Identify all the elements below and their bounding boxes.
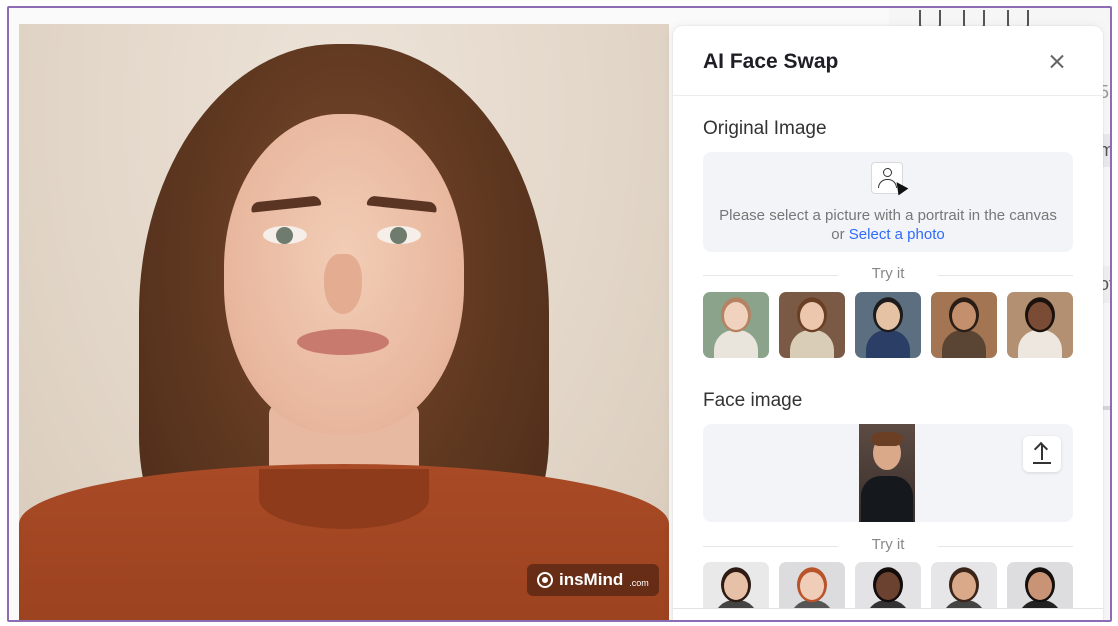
upload-arrow-icon	[1041, 445, 1043, 460]
upload-face-button[interactable]	[1023, 436, 1061, 472]
panel-footer-divider	[673, 608, 1103, 609]
original-image-hint: Please select a picture with a portrait …	[703, 206, 1073, 244]
select-portrait-icon[interactable]	[871, 162, 909, 196]
panel-header: AI Face Swap	[673, 26, 1103, 96]
face-swap-panel: AI Face Swap Original Image Please selec…	[673, 26, 1103, 620]
original-image-dropzone[interactable]: Please select a picture with a portrait …	[703, 152, 1073, 252]
watermark-suffix: .com	[629, 578, 649, 588]
sample-original-3[interactable]	[855, 292, 921, 358]
sample-face-3[interactable]	[855, 562, 921, 608]
hint-or: or	[831, 226, 845, 243]
face-image-preview	[859, 424, 915, 522]
close-icon[interactable]	[1045, 50, 1069, 74]
watermark: insMind .com	[527, 564, 659, 596]
hint-text: Please select a picture with a portrait …	[719, 207, 1057, 224]
sample-originals	[703, 292, 1075, 358]
sample-faces	[703, 562, 1075, 608]
try-it-divider-face: Try it	[703, 536, 1073, 556]
sample-original-1[interactable]	[703, 292, 769, 358]
sample-original-2[interactable]	[779, 292, 845, 358]
face-image-dropzone[interactable]	[703, 424, 1073, 522]
insmind-logo-icon	[537, 572, 553, 588]
try-it-divider-original: Try it	[703, 265, 1073, 285]
sample-original-4[interactable]	[931, 292, 997, 358]
panel-title: AI Face Swap	[703, 50, 839, 73]
select-photo-link[interactable]: Select a photo	[849, 226, 945, 243]
face-image-label: Face image	[703, 390, 803, 411]
portrait-nose	[324, 254, 362, 314]
portrait-lips	[297, 329, 389, 355]
sample-face-2[interactable]	[779, 562, 845, 608]
app-frame: 52 mar oto insMind .com AI Face Swap Ori…	[7, 6, 1112, 622]
sample-original-5[interactable]	[1007, 292, 1073, 358]
portrait-collar	[259, 469, 429, 529]
sample-face-1[interactable]	[703, 562, 769, 608]
original-image-label: Original Image	[703, 118, 827, 139]
sample-face-4[interactable]	[931, 562, 997, 608]
sample-face-5[interactable]	[1007, 562, 1073, 608]
canvas-photo[interactable]: insMind .com	[19, 24, 669, 620]
portrait-eye	[377, 226, 421, 244]
portrait-eye	[263, 226, 307, 244]
background-divider	[1103, 406, 1110, 410]
watermark-brand: insMind	[559, 570, 624, 589]
